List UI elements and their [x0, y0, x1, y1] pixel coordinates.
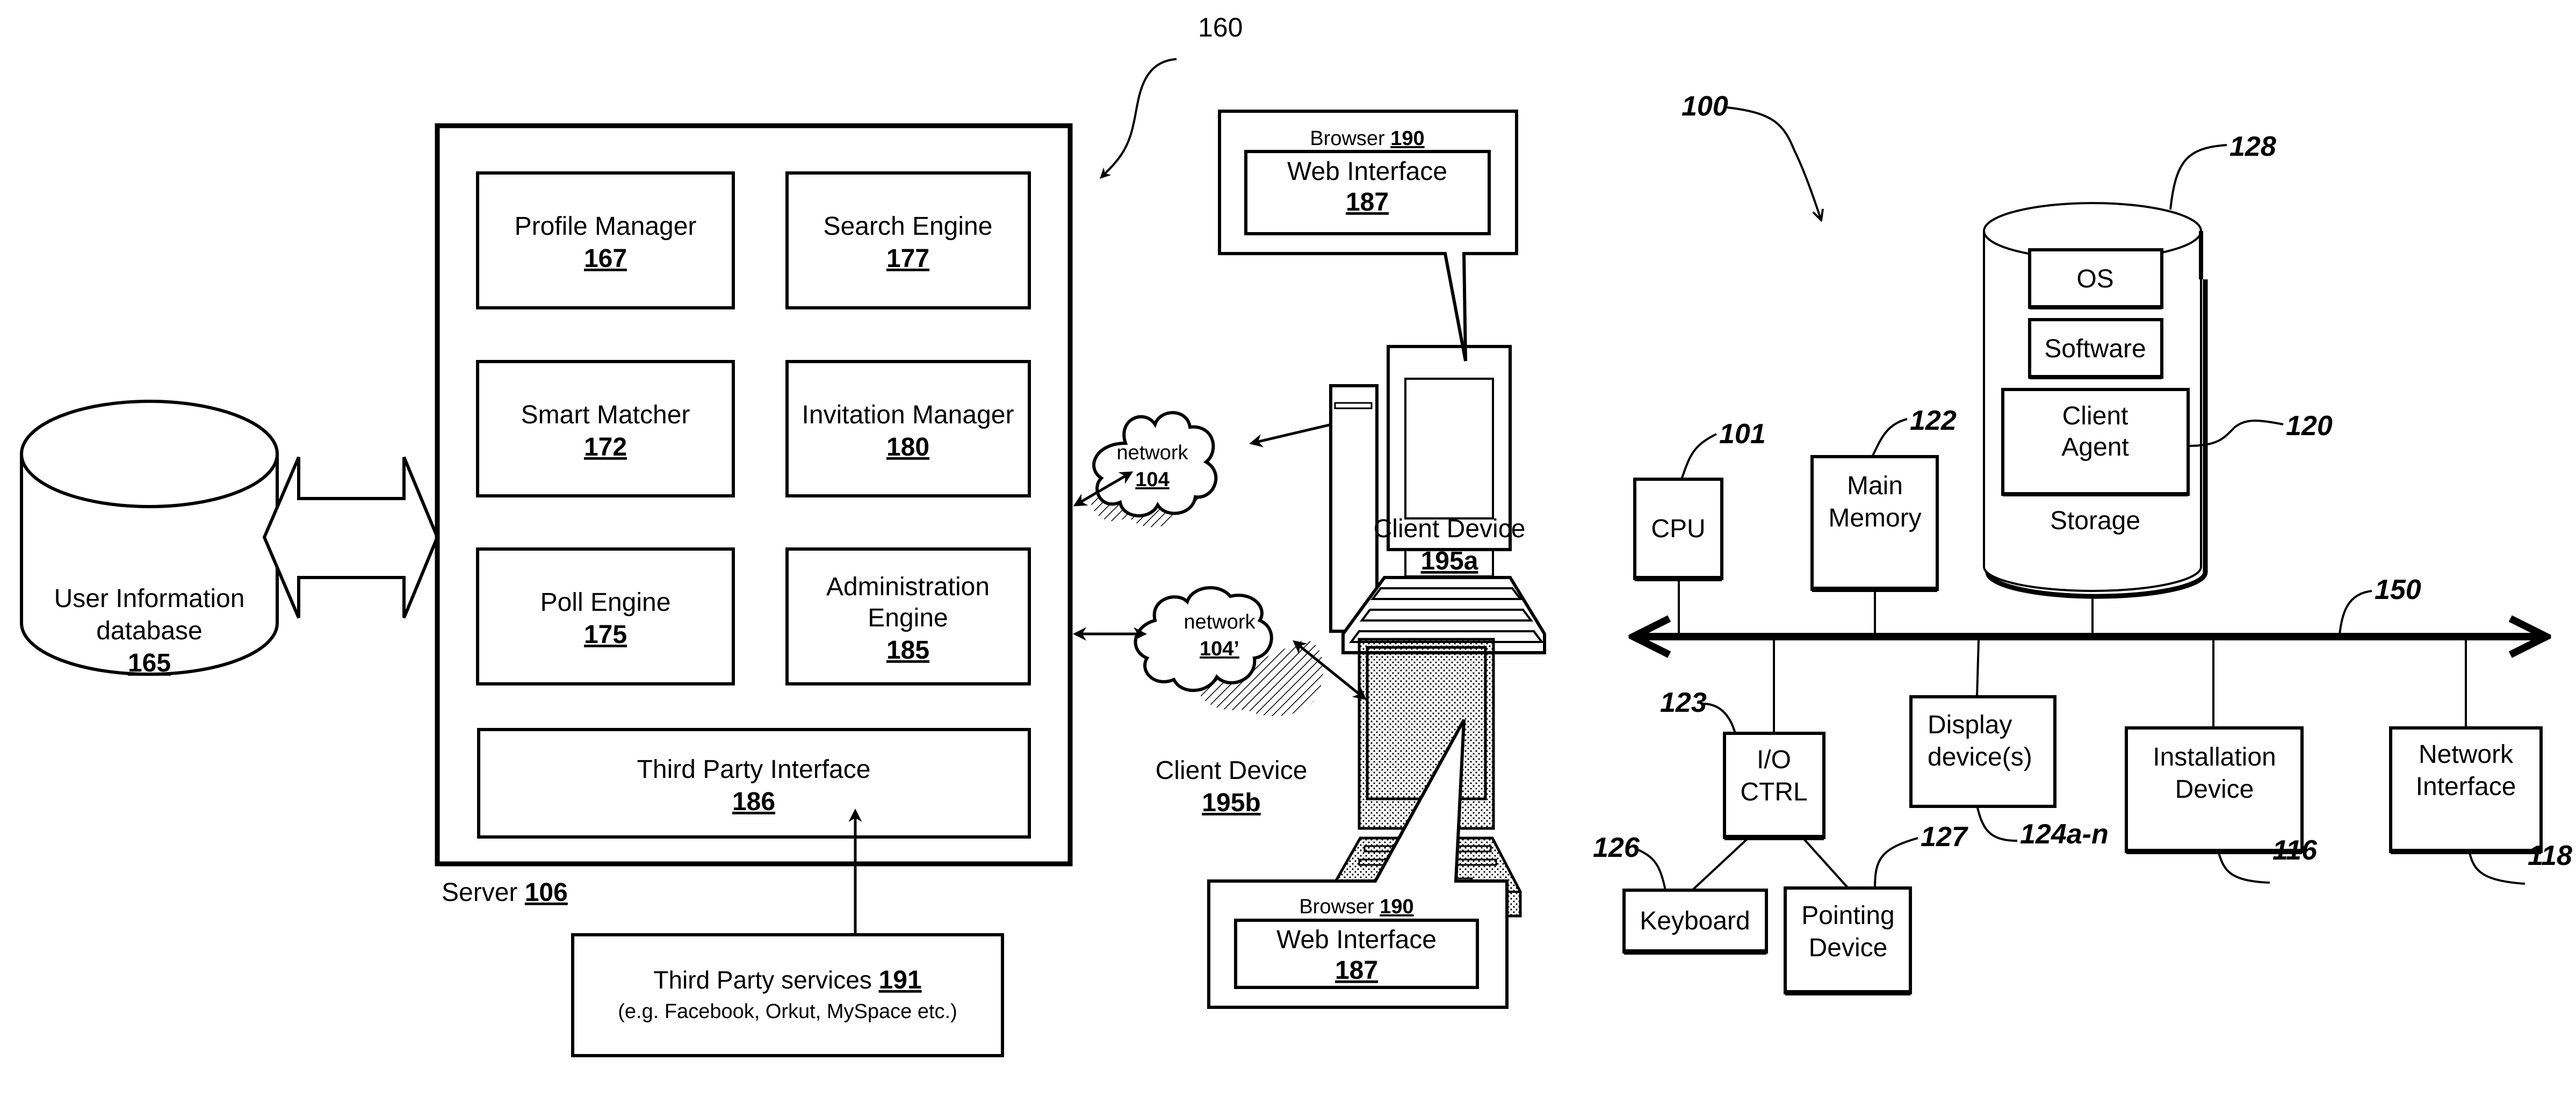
module-invitation-manager: Invitation Manager 180	[785, 360, 1031, 497]
ref-122: 122	[1910, 405, 1957, 436]
ref-124a-n: 124a-n	[2020, 819, 2109, 850]
keyboard-box: Keyboard	[1622, 838, 1768, 955]
svg-text:Memory: Memory	[1828, 504, 1921, 532]
ref-126: 126	[1593, 832, 1640, 863]
module-profile-manager: Profile Manager 167	[476, 171, 735, 309]
svg-text:186: 186	[732, 788, 775, 816]
svg-text:Browser 190: Browser 190	[1310, 127, 1424, 150]
desktop-computer-icon	[1329, 345, 1546, 654]
ref-160-arrow	[1100, 58, 1177, 179]
svg-text:network: network	[1116, 442, 1188, 464]
network-cloud-104: network 104	[1091, 411, 1218, 528]
third-party-services-box: Third Party services 191 (e.g. Facebook,…	[571, 933, 1004, 1057]
ref-101: 101	[1719, 418, 1766, 450]
main-memory-box: Main Memory	[1810, 455, 1939, 634]
client-a-num: 195a	[1421, 547, 1478, 575]
installation-device-box: Installation Device	[2125, 640, 2304, 854]
svg-text:Third Party Interface: Third Party Interface	[637, 755, 871, 784]
storage-label: Storage	[2050, 507, 2140, 535]
pointing-device-box: Pointing Device	[1784, 838, 1912, 995]
user-information-database: User Information database 165	[20, 400, 279, 677]
svg-text:Device: Device	[1809, 934, 1888, 962]
svg-text:(e.g. Facebook, Orkut, MySpace: (e.g. Facebook, Orkut, MySpace etc.)	[618, 1000, 957, 1023]
svg-text:CTRL: CTRL	[1740, 778, 1807, 806]
client-b-num: 195b	[1202, 789, 1260, 817]
svg-text:I/O: I/O	[1757, 746, 1791, 774]
ref-100: 100	[1682, 91, 1728, 122]
svg-text:Display: Display	[1928, 711, 2012, 739]
database-label-line2: database	[96, 617, 203, 645]
figure-160: 160 User Information database 165 Server…	[20, 12, 1546, 1057]
ref-118: 118	[2528, 840, 2572, 871]
network-cloud-104-prime: network 104’	[1134, 586, 1324, 717]
ref-150: 150	[2375, 574, 2421, 605]
database-server-double-arrow	[262, 456, 439, 619]
ref-128: 128	[2229, 131, 2276, 162]
svg-text:177: 177	[886, 244, 929, 273]
svg-text:167: 167	[584, 244, 627, 273]
svg-text:Device: Device	[2175, 775, 2254, 804]
svg-text:Administration: Administration	[826, 573, 990, 601]
database-num: 165	[128, 649, 171, 677]
svg-text:187: 187	[1335, 956, 1378, 985]
svg-text:Third Party services 191: Third Party services 191	[653, 966, 921, 994]
ref-160: 160	[1198, 12, 1243, 42]
patent-figure: 160 User Information database 165 Server…	[20, 12, 2572, 1057]
ref-127: 127	[1921, 821, 1968, 853]
svg-text:104’: 104’	[1200, 638, 1239, 660]
svg-text:Pointing: Pointing	[1801, 901, 1894, 930]
svg-text:Interface: Interface	[2416, 773, 2516, 801]
client-b-label: Client Device	[1156, 756, 1308, 785]
server-label: Server 106	[442, 878, 568, 907]
display-devices-box: Display device(s)	[1909, 640, 2057, 808]
svg-text:Search Engine: Search Engine	[824, 212, 993, 241]
cpu-box: CPU	[1633, 478, 1723, 634]
storage-item-software: Software	[2044, 335, 2146, 363]
svg-text:Smart Matcher: Smart Matcher	[521, 401, 690, 429]
svg-text:104: 104	[1135, 468, 1169, 491]
svg-text:Main: Main	[1847, 472, 1903, 500]
svg-text:CPU: CPU	[1651, 515, 1705, 543]
svg-text:Network: Network	[2419, 740, 2514, 769]
svg-text:Poll Engine: Poll Engine	[540, 588, 671, 617]
svg-text:172: 172	[584, 433, 627, 461]
svg-text:Web Interface: Web Interface	[1287, 157, 1447, 186]
client-a-label: Client Device	[1374, 515, 1526, 543]
svg-text:Invitation Manager: Invitation Manager	[802, 401, 1014, 429]
database-label-line1: User Information	[54, 584, 245, 613]
ref-100-arrow	[1727, 106, 1821, 220]
module-administration-engine: Administration Engine 185	[785, 547, 1031, 685]
client-device-195a: Client Device 195a Browser 190 Web Inter…	[1218, 110, 1546, 654]
svg-text:Web Interface: Web Interface	[1276, 926, 1437, 954]
network-interface-box: Network Interface	[2389, 640, 2543, 854]
module-smart-matcher: Smart Matcher 172	[476, 360, 735, 497]
io-ctrl-box: I/O CTRL	[1723, 640, 1825, 840]
svg-text:Browser 190: Browser 190	[1299, 896, 1413, 918]
svg-text:Keyboard: Keyboard	[1640, 907, 1750, 935]
svg-text:187: 187	[1346, 188, 1389, 216]
svg-text:device(s): device(s)	[1928, 743, 2032, 771]
module-search-engine: Search Engine 177	[785, 171, 1031, 309]
module-third-party-interface: Third Party Interface 186	[477, 728, 1031, 839]
svg-text:175: 175	[584, 620, 627, 649]
client-agent-line2: Agent	[2061, 433, 2128, 461]
svg-text:185: 185	[886, 636, 929, 665]
figure-100: 100 OS Software Client Agent Storage 128…	[1593, 91, 2572, 995]
module-poll-engine: Poll Engine 175	[476, 547, 735, 685]
client-agent-line1: Client	[2062, 402, 2128, 430]
svg-text:Engine: Engine	[868, 604, 948, 632]
svg-text:Installation: Installation	[2153, 743, 2276, 771]
ref-123: 123	[1660, 687, 1707, 718]
svg-text:180: 180	[886, 433, 929, 461]
ref-120: 120	[2286, 410, 2333, 442]
storage-cylinder: OS Software Client Agent Storage	[1983, 202, 2208, 599]
svg-text:Profile Manager: Profile Manager	[515, 212, 697, 241]
storage-item-os: OS	[2076, 265, 2113, 293]
ref-116: 116	[2272, 835, 2318, 866]
svg-text:network: network	[1184, 611, 1255, 633]
